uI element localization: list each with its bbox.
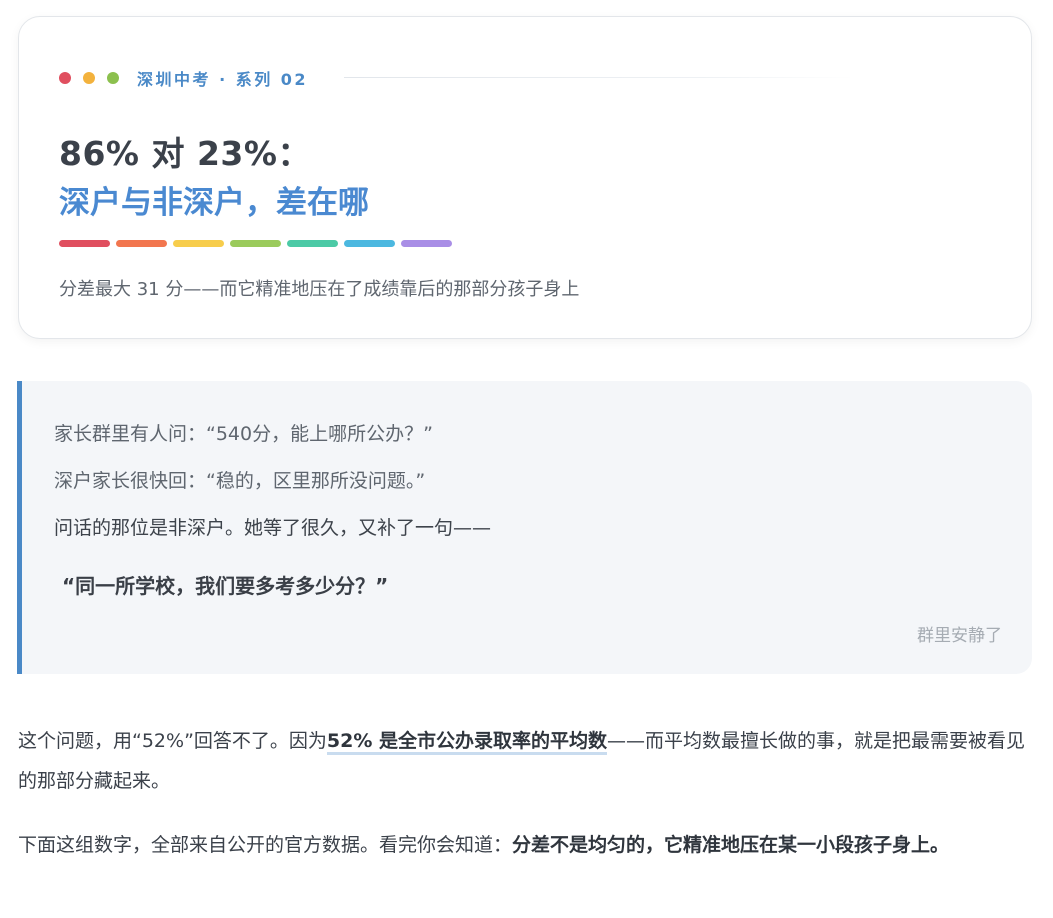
paragraph-2-emphasis: 分差不是均匀的，它精准地压在某一小段孩子身上。 [512,834,950,856]
quote-footnote: 群里安静了 [917,626,1002,646]
hero-card: 深圳中考 · 系列 02 86% 对 23%： 深户与非深户，差在哪 分差最大 … [18,16,1032,339]
paragraph-1-text-a: 这个问题，用“52%”回答不了。因为 [18,730,327,752]
rainbow-segment [344,240,395,247]
paragraph-2-text-a: 下面这组数字，全部来自公开的官方数据。看完你会知道： [18,834,513,856]
quote-line-3: 问话的那位是非深户。她等了很久，又补了一句—— [54,517,492,539]
rainbow-segment [401,240,452,247]
headline-subtitle: 分差最大 31 分——而它精准地压在了成绩靠后的那部分孩子身上 [59,279,580,300]
rainbow-segment [116,240,167,247]
headline-line-1: 86% 对 23%： [59,134,311,173]
headline-line-2: 深户与非深户，差在哪 [59,185,369,221]
quote-line-2: 深户家长很快回：“稳的，区里那所没问题。” [54,470,426,492]
rainbow-segment [287,240,338,247]
series-eyebrow: 深圳中考 · 系列 02 [59,67,308,89]
paragraph-1-emphasis: 52% 是全市公办录取率的平均数 [326,730,608,755]
green-dot-icon [107,72,119,84]
eyebrow-divider [344,77,854,78]
rainbow-segment [230,240,281,247]
rainbow-segment [173,240,224,247]
yellow-dot-icon [83,72,95,84]
quote-highlight: “同一所学校，我们要多考多少分？” [62,574,389,598]
red-dot-icon [59,72,71,84]
article-page: 深圳中考 · 系列 02 86% 对 23%： 深户与非深户，差在哪 分差最大 … [0,0,1053,918]
rainbow-segment [59,240,110,247]
rainbow-divider [59,240,458,247]
quote-block: 家长群里有人问：“540分，能上哪所公办？” 深户家长很快回：“稳的，区里那所没… [17,381,1032,674]
paragraph-1: 这个问题，用“52%”回答不了。因为52% 是全市公办录取率的平均数——而平均数… [18,721,1035,801]
series-label: 深圳中考 · 系列 02 [137,70,309,89]
paragraph-2: 下面这组数字，全部来自公开的官方数据。看完你会知道：分差不是均匀的，它精准地压在… [18,825,1035,865]
quote-line-1: 家长群里有人问：“540分，能上哪所公办？” [54,423,433,445]
